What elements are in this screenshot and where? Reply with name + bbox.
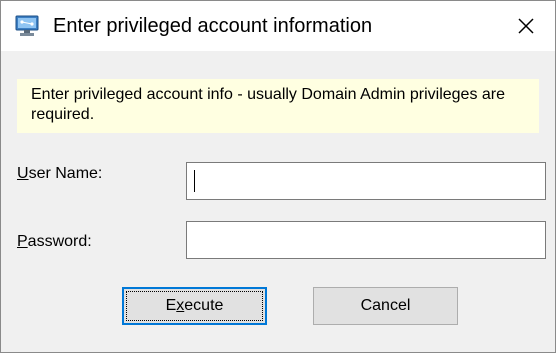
close-icon <box>517 17 535 35</box>
text-caret <box>194 170 195 192</box>
computer-network-icon <box>15 15 39 37</box>
user-name-label-accelerator: U <box>17 165 29 182</box>
dialog-client-area: Enter privileged account info - usually … <box>1 51 555 352</box>
cancel-button[interactable]: Cancel <box>313 287 458 325</box>
execute-button[interactable]: Execute <box>122 287 267 325</box>
user-name-label-text: ser Name: <box>28 165 103 182</box>
close-button[interactable] <box>497 1 555 51</box>
info-message: Enter privileged account info - usually … <box>17 79 539 133</box>
dialog-window: Enter privileged account information Ent… <box>0 0 556 353</box>
password-input[interactable] <box>186 221 546 259</box>
cancel-button-label: Cancel <box>360 297 411 314</box>
password-label-accelerator: P <box>17 233 28 250</box>
user-name-input[interactable] <box>186 162 546 200</box>
execute-label-post: ecute <box>184 297 224 314</box>
password-label: Password: <box>17 231 92 253</box>
user-name-label: User Name: <box>17 163 102 185</box>
window-title: Enter privileged account information <box>53 15 373 37</box>
password-label-text: assword: <box>27 233 92 250</box>
execute-label-pre: E <box>165 297 177 314</box>
title-bar[interactable]: Enter privileged account information <box>1 1 555 51</box>
execute-button-label: Execute <box>166 297 224 315</box>
